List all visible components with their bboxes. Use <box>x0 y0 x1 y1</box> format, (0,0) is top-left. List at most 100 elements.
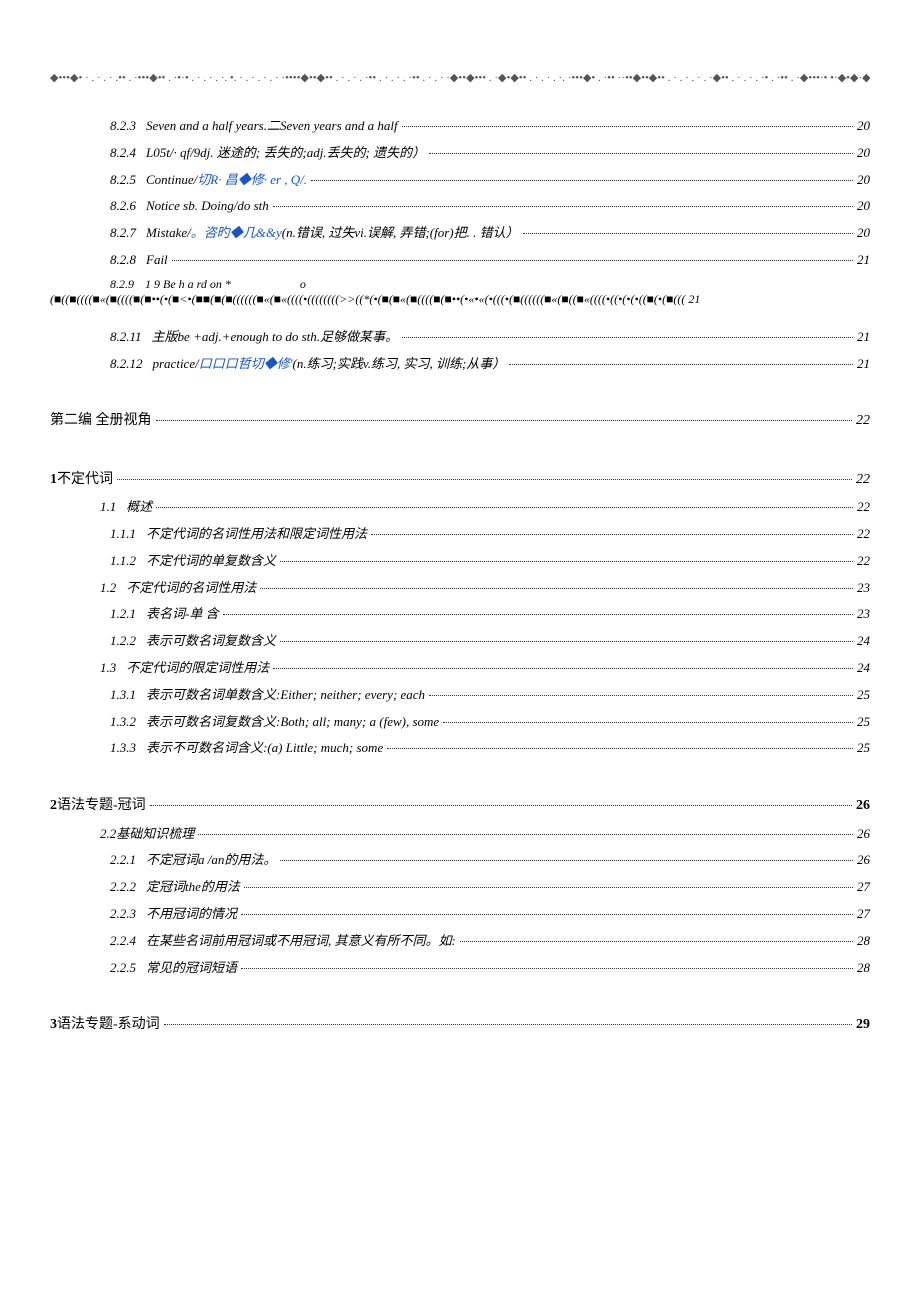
toc-leader-dots <box>244 887 853 888</box>
toc-entry: 8.2.4L05t/· qf/9dj. 迷途的; 丢失的;adj.丢失的; 遗失… <box>50 143 870 164</box>
toc-number: 8.2.6 <box>110 196 136 217</box>
toc-page: 21 <box>857 327 870 348</box>
toc-page: 22 <box>856 469 870 491</box>
toc-text: 表示可数名词复数含义:Both; all; many; a (few), som… <box>146 712 439 733</box>
toc-leader-dots <box>273 668 853 669</box>
toc-text: L05t/· qf/9dj. 迷途的; 丢失的;adj.丢失的; 遗失的） <box>146 143 425 164</box>
toc-leader-dots <box>280 561 853 562</box>
toc-block: 8.2.11 主版be +adj.+enough to do sth.足够做某事。… <box>50 327 870 1037</box>
toc-page: 20 <box>857 116 870 137</box>
toc-page: 28 <box>857 958 870 979</box>
toc-number: 8.2.12 <box>110 354 143 375</box>
toc-entry: 1.1.2不定代词的单复数含义22 <box>50 551 870 572</box>
toc-entry: 2语法专题-冠词26 <box>50 795 870 817</box>
toc-number: 2.2.4 <box>110 931 136 952</box>
toc-text: 表名词-单 含 <box>146 604 219 625</box>
toc-text: 2.2基础知识梳理 <box>100 824 194 845</box>
toc-text: 3语法专题-系动词 <box>50 1014 160 1036</box>
toc-text: 2语法专题-冠词 <box>50 795 146 817</box>
toc-text: 概述 <box>126 497 152 518</box>
toc-text: 不定代词的名词性用法 <box>126 578 256 599</box>
document-page: ◆•••◆• · . · . · .•• . ·•••◆•• . ·•·• . … <box>0 0 920 1103</box>
toc-leader-dots <box>443 722 853 723</box>
toc-leader-dots <box>241 914 853 915</box>
toc-page: 23 <box>857 578 870 599</box>
toc-page: 24 <box>857 631 870 652</box>
toc-entry: 8.2.12 practice/口口口哲切◆修'(n.练习;实践v.练习, 实习,… <box>50 354 870 375</box>
toc-entry: 2.2.2定冠词the的用法27 <box>50 877 870 898</box>
toc-leader-dots <box>172 260 853 261</box>
toc-page: 22 <box>856 410 870 432</box>
toc-page: 20 <box>857 196 870 217</box>
toc-text: Mistake/。咨旳◆几&&y(n.错误, 过失vi.误解, 弄错;(for)… <box>146 223 519 244</box>
header-dots: ◆•••◆• · . · . · .•• . ·•••◆•• . ·•·• . … <box>50 72 870 84</box>
toc-entry: 1.2.2 表示可数名词复数含义 24 <box>50 631 870 652</box>
toc-page: 26 <box>857 824 870 845</box>
toc-page: 25 <box>857 685 870 706</box>
toc-leader-dots <box>429 695 853 696</box>
toc-leader-dots <box>402 126 853 127</box>
toc-leader-dots <box>198 834 853 835</box>
toc-text: 主版be +adj.+enough to do sth.足够做某事。 <box>152 327 398 348</box>
toc-number: 1.2.2 <box>110 631 136 652</box>
toc-text: 不定代词的名词性用法和限定词性用法 <box>146 524 367 545</box>
toc-number: 2.2.1 <box>110 850 136 871</box>
toc-text: 表示可数名词复数含义 <box>146 631 276 652</box>
toc-text: 不用冠词的情况 <box>146 904 237 925</box>
toc-number: 1.3.2 <box>110 712 136 733</box>
toc-leader-dots <box>273 206 853 207</box>
toc-page: 21 <box>857 354 870 375</box>
toc-page: 27 <box>857 877 870 898</box>
toc-page: 21 <box>857 250 870 271</box>
toc-leader-dots <box>150 805 852 806</box>
toc-leader-dots <box>164 1024 852 1025</box>
toc-text: 定冠词the的用法 <box>146 877 240 898</box>
toc-number: 8.2.8 <box>110 250 136 271</box>
toc-block: 8.2.3Seven and a half years.二Seven years… <box>50 116 870 271</box>
toc-entry: 8.2.3Seven and a half years.二Seven years… <box>50 116 870 137</box>
toc-number: 1.1 <box>100 497 116 518</box>
toc-number: 1.1.2 <box>110 551 136 572</box>
toc-entry: 8.2.5Continue/切R· 昌◆修· er , Q/.20 <box>50 170 870 191</box>
toc-page: 29 <box>856 1014 870 1036</box>
toc-number: 1.2.1 <box>110 604 136 625</box>
toc-page: 25 <box>857 738 870 759</box>
toc-entry: 1.3不定代词的限定词性用法24 <box>50 658 870 679</box>
toc-text: 常见的冠词短语 <box>146 958 237 979</box>
toc-text: 表示不可数名词含义:(a) Little; much; some <box>146 738 383 759</box>
toc-page: 24 <box>857 658 870 679</box>
toc-entry: 1.1.1不定代词的名词性用法和限定词性用法22 <box>50 524 870 545</box>
toc-entry-garbled: 8.2.9 1 9 Be h a rd on * o (■((■((((■«(■… <box>50 277 870 307</box>
toc-number: 8.2.9 <box>110 277 134 291</box>
toc-entry: 1.2 不定代词的名词性用法 23 <box>50 578 870 599</box>
toc-entry: 2.2.4在某些名词前用冠词或不用冠词, 其意义有所不同。如:28 <box>50 931 870 952</box>
toc-entry: 2.2.1不定冠词a /an的用法。26 <box>50 850 870 871</box>
toc-entry: 8.2.6 Notice sb. Doing/do sth 20 <box>50 196 870 217</box>
toc-entry: 3语法专题-系动词 29 <box>50 1014 870 1036</box>
toc-entry: 第二编 全册视角22 <box>50 410 870 432</box>
toc-number: 1.1.1 <box>110 524 136 545</box>
toc-entry: 1.3.1表示可数名词单数含义:Either; neither; every; … <box>50 685 870 706</box>
toc-text: Notice sb. Doing/do sth <box>146 196 269 217</box>
toc-leader-dots <box>156 507 853 508</box>
toc-number: 1.3.1 <box>110 685 136 706</box>
toc-text: practice/口口口哲切◆修'(n.练习;实践v.练习, 实习, 训练;从事… <box>153 354 506 375</box>
toc-text: Fail <box>146 250 168 271</box>
toc-leader-dots <box>429 153 853 154</box>
toc-entry: 2.2.3不用冠词的情况27 <box>50 904 870 925</box>
toc-page: 22 <box>857 497 870 518</box>
toc-leader-dots <box>523 233 853 234</box>
toc-page: 20 <box>857 170 870 191</box>
toc-number: 1.2 <box>100 578 116 599</box>
toc-page: 20 <box>857 143 870 164</box>
toc-number: 8.2.11 <box>110 327 142 348</box>
toc-leader-dots <box>280 860 853 861</box>
toc-entry: 1.1 概述 22 <box>50 497 870 518</box>
toc-text: 1不定代词 <box>50 469 113 491</box>
toc-text: 不定代词的单复数含义 <box>146 551 276 572</box>
toc-number: 8.2.7 <box>110 223 136 244</box>
toc-garbled-line: (■((■((((■«(■((((■(■••(•(■<•(■■(■(■(((((… <box>50 292 700 306</box>
toc-number: 1.3 <box>100 658 116 679</box>
toc-leader-dots <box>402 337 853 338</box>
toc-entry: 8.2.8 Fail 21 <box>50 250 870 271</box>
